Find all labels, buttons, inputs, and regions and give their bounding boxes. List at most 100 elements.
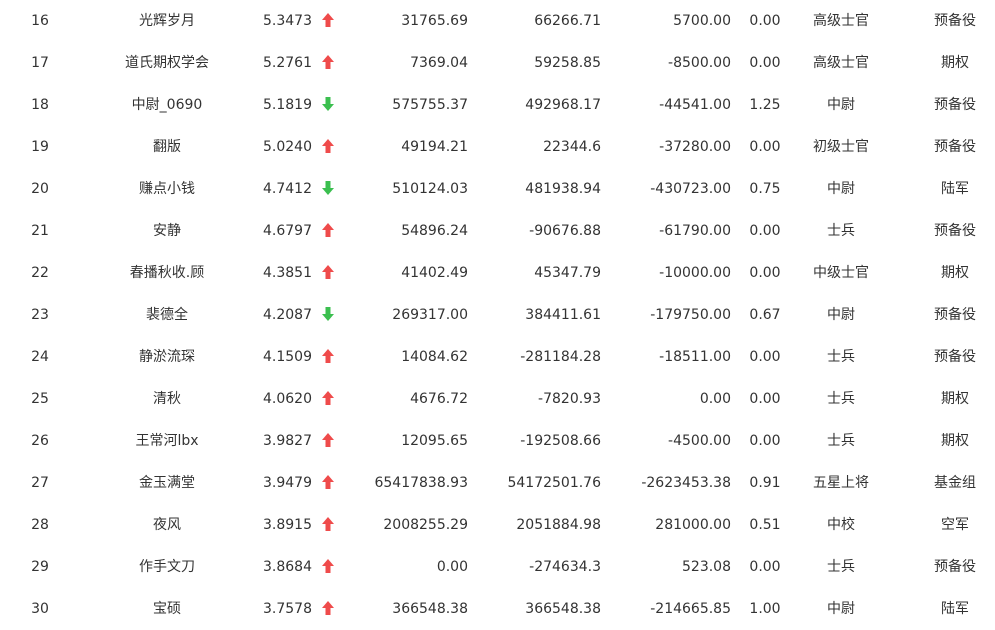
amount-b-cell: -7820.93 [538, 391, 601, 407]
name-cell[interactable]: 翻版 [94, 126, 240, 168]
name-cell[interactable]: 中尉_0690 [94, 84, 240, 126]
amount-c-cell: -4500.00 [668, 433, 731, 449]
arrow-up-icon [318, 126, 338, 168]
amount-a-cell: 7369.04 [410, 55, 468, 71]
table-row[interactable]: 20 赚点小钱 4.7412 510124.03 481938.94 -4307… [0, 168, 995, 210]
value-cell: 5.3473 [263, 13, 312, 29]
amount-a-cell: 14084.62 [401, 349, 468, 365]
table-row[interactable]: 24 静淤流琛 4.1509 14084.62 -281184.28 -1851… [0, 336, 995, 378]
ratio-cell: 0.00 [749, 223, 781, 239]
group-cell: 预备役 [934, 13, 976, 29]
rank-cell: 25 [31, 391, 49, 407]
group-cell: 陆军 [941, 181, 969, 197]
value-cell: 4.7412 [263, 181, 312, 197]
title-cell: 中级士官 [813, 265, 869, 281]
rank-cell: 18 [31, 97, 49, 113]
amount-a-cell: 54896.24 [401, 223, 468, 239]
arrow-up-icon [318, 378, 338, 420]
amount-c-cell: 0.00 [699, 391, 731, 407]
name-cell[interactable]: 道氏期权学会 [94, 42, 240, 84]
name-cell[interactable]: 清秋 [94, 378, 240, 420]
rank-cell: 29 [31, 559, 49, 575]
value-cell: 4.0620 [263, 391, 312, 407]
amount-a-cell: 31765.69 [401, 13, 468, 29]
rank-cell: 19 [31, 139, 49, 155]
amount-a-cell: 41402.49 [401, 265, 468, 281]
group-cell: 陆军 [941, 601, 969, 617]
amount-a-cell: 0.00 [436, 559, 468, 575]
name-cell[interactable]: 夜风 [94, 504, 240, 546]
name-cell[interactable]: 王常河lbx [94, 420, 240, 462]
title-cell: 中尉 [827, 307, 855, 323]
title-cell: 中尉 [827, 181, 855, 197]
table-row[interactable]: 29 作手文刀 3.8684 0.00 -274634.3 523.08 0.0… [0, 546, 995, 588]
rank-cell: 17 [31, 55, 49, 71]
value-cell: 4.3851 [263, 265, 312, 281]
value-cell: 5.0240 [263, 139, 312, 155]
name-cell[interactable]: 春播秋收.顾 [94, 252, 240, 294]
name-cell[interactable]: 裴德全 [94, 294, 240, 336]
table-row[interactable]: 25 清秋 4.0620 4676.72 -7820.93 0.00 0.00 … [0, 378, 995, 420]
arrow-down-icon [318, 84, 338, 126]
title-cell: 士兵 [827, 349, 855, 365]
amount-a-cell: 366548.38 [392, 601, 468, 617]
name-cell[interactable]: 宝硕 [94, 588, 240, 630]
table-row[interactable]: 17 道氏期权学会 5.2761 7369.04 59258.85 -8500.… [0, 42, 995, 84]
title-cell: 高级士官 [813, 55, 869, 71]
group-cell: 期权 [941, 391, 969, 407]
ratio-cell: 0.91 [749, 475, 781, 491]
amount-b-cell: 22344.6 [543, 139, 601, 155]
title-cell: 中校 [827, 517, 855, 533]
amount-b-cell: 45347.79 [534, 265, 601, 281]
amount-c-cell: -61790.00 [659, 223, 731, 239]
name-cell[interactable]: 安静 [94, 210, 240, 252]
amount-a-cell: 510124.03 [392, 181, 468, 197]
amount-a-cell: 575755.37 [392, 97, 468, 113]
rank-cell: 23 [31, 307, 49, 323]
table-row[interactable]: 16 光辉岁月 5.3473 31765.69 66266.71 5700.00… [0, 0, 995, 42]
arrow-up-icon [318, 546, 338, 588]
table-row[interactable]: 26 王常河lbx 3.9827 12095.65 -192508.66 -45… [0, 420, 995, 462]
arrow-down-icon [318, 168, 338, 210]
value-cell: 5.1819 [263, 97, 312, 113]
table-row[interactable]: 19 翻版 5.0240 49194.21 22344.6 -37280.00 … [0, 126, 995, 168]
ratio-cell: 0.00 [749, 265, 781, 281]
name-cell[interactable]: 光辉岁月 [94, 0, 240, 42]
table-row[interactable]: 30 宝硕 3.7578 366548.38 366548.38 -214665… [0, 588, 995, 630]
amount-c-cell: -37280.00 [659, 139, 731, 155]
group-cell: 预备役 [934, 223, 976, 239]
table-row[interactable]: 27 金玉满堂 3.9479 65417838.93 54172501.76 -… [0, 462, 995, 504]
rank-cell: 26 [31, 433, 49, 449]
amount-b-cell: 54172501.76 [507, 475, 601, 491]
amount-b-cell: -192508.66 [520, 433, 601, 449]
group-cell: 空军 [941, 517, 969, 533]
arrow-down-icon [318, 294, 338, 336]
arrow-up-icon [318, 420, 338, 462]
arrow-up-icon [318, 588, 338, 630]
rank-cell: 20 [31, 181, 49, 197]
title-cell: 士兵 [827, 559, 855, 575]
table-row[interactable]: 22 春播秋收.顾 4.3851 41402.49 45347.79 -1000… [0, 252, 995, 294]
group-cell: 预备役 [934, 97, 976, 113]
table-row[interactable]: 21 安静 4.6797 54896.24 -90676.88 -61790.0… [0, 210, 995, 252]
name-cell[interactable]: 作手文刀 [94, 546, 240, 588]
arrow-up-icon [318, 252, 338, 294]
ratio-cell: 0.67 [749, 307, 781, 323]
amount-b-cell: -90676.88 [529, 223, 601, 239]
group-cell: 基金组 [934, 475, 976, 491]
name-cell[interactable]: 金玉满堂 [94, 462, 240, 504]
ranking-table: 16 光辉岁月 5.3473 31765.69 66266.71 5700.00… [0, 0, 995, 630]
ratio-cell: 0.00 [749, 139, 781, 155]
amount-b-cell: 481938.94 [525, 181, 601, 197]
arrow-up-icon [318, 462, 338, 504]
ratio-cell: 1.00 [749, 601, 781, 617]
amount-b-cell: 492968.17 [525, 97, 601, 113]
table-row[interactable]: 18 中尉_0690 5.1819 575755.37 492968.17 -4… [0, 84, 995, 126]
value-cell: 3.9479 [263, 475, 312, 491]
table-row[interactable]: 28 夜风 3.8915 2008255.29 2051884.98 28100… [0, 504, 995, 546]
rank-cell: 21 [31, 223, 49, 239]
name-cell[interactable]: 静淤流琛 [94, 336, 240, 378]
name-cell[interactable]: 赚点小钱 [94, 168, 240, 210]
rank-cell: 30 [31, 601, 49, 617]
table-row[interactable]: 23 裴德全 4.2087 269317.00 384411.61 -17975… [0, 294, 995, 336]
